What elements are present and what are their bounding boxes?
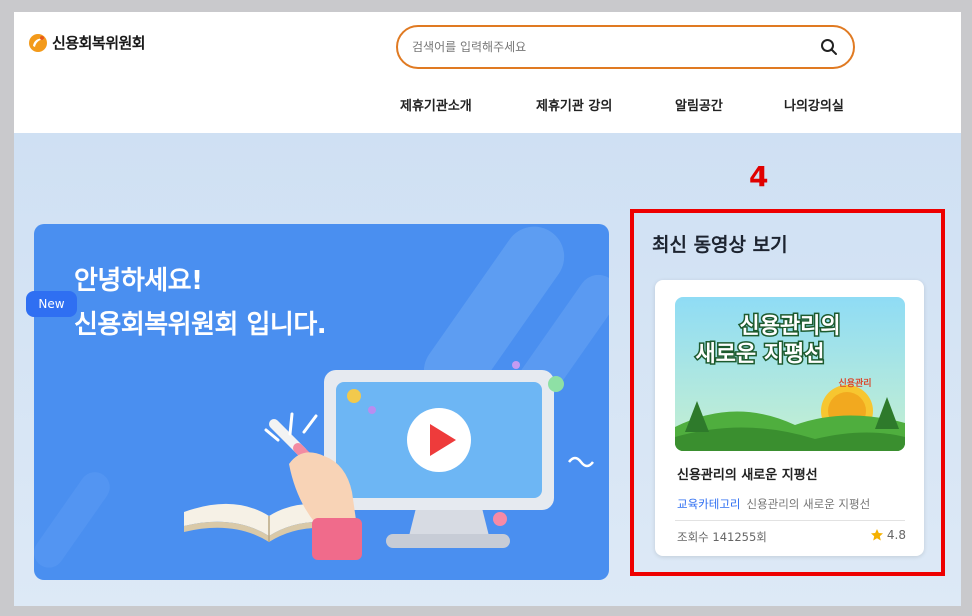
thumb-title-line2: 새로운 지평선 xyxy=(695,342,824,367)
thumb-title-line1: 신용관리의 xyxy=(739,314,840,339)
header: 신용회복위원회 제휴기관소개 제휴기관 강의 알림공간 나의강의실 xyxy=(14,12,961,133)
banner-greeting: 안녕하세요! xyxy=(74,266,203,296)
nav-item-partner-intro[interactable]: 제휴기관소개 xyxy=(400,95,472,114)
video-card[interactable]: 신용관리의 새로운 지평선 신용관리 신용관리의 새로운 지평선 교육카테고리 신… xyxy=(655,280,924,556)
rating: 4.8 xyxy=(870,528,906,542)
welcome-banner: 안녕하세요! 신용회복위원회 입니다. xyxy=(34,224,609,580)
video-title[interactable]: 신용관리의 새로운 지평선 xyxy=(677,464,818,483)
star-icon xyxy=(870,529,883,541)
new-badge: New xyxy=(26,291,77,317)
section-title: 최신 동영상 보기 xyxy=(652,234,788,256)
step-number: 4 xyxy=(749,160,769,193)
category-description: 신용관리의 새로운 지평선 xyxy=(746,497,871,511)
nav-item-my-classroom[interactable]: 나의강의실 xyxy=(784,95,844,114)
logo-icon xyxy=(29,33,47,52)
search-icon[interactable] xyxy=(819,37,839,57)
logo[interactable]: 신용회복위원회 xyxy=(28,32,146,53)
page: 신용회복위원회 제휴기관소개 제휴기관 강의 알림공간 나의강의실 xyxy=(14,12,961,606)
nav-item-notice[interactable]: 알림공간 xyxy=(675,95,723,114)
video-thumbnail[interactable]: 신용관리의 새로운 지평선 신용관리 xyxy=(675,297,905,451)
category-row: 교육카테고리 신용관리의 새로운 지평선 xyxy=(677,496,870,512)
search-bar xyxy=(396,25,855,69)
main-nav: 제휴기관소개 제휴기관 강의 알림공간 나의강의실 xyxy=(14,95,961,117)
nav-item-partner-lectures[interactable]: 제휴기관 강의 xyxy=(536,95,612,114)
thumb-sticker: 신용관리 xyxy=(838,377,871,389)
rating-value: 4.8 xyxy=(886,528,906,542)
category-link[interactable]: 교육카테고리 xyxy=(677,497,740,511)
search-input[interactable] xyxy=(412,40,819,54)
logo-text: 신용회복위원회 xyxy=(52,34,146,52)
view-count: 조회수 141255회 xyxy=(677,530,767,544)
banner-subtitle: 신용회복위원회 입니다. xyxy=(74,310,327,340)
card-divider xyxy=(675,520,905,521)
